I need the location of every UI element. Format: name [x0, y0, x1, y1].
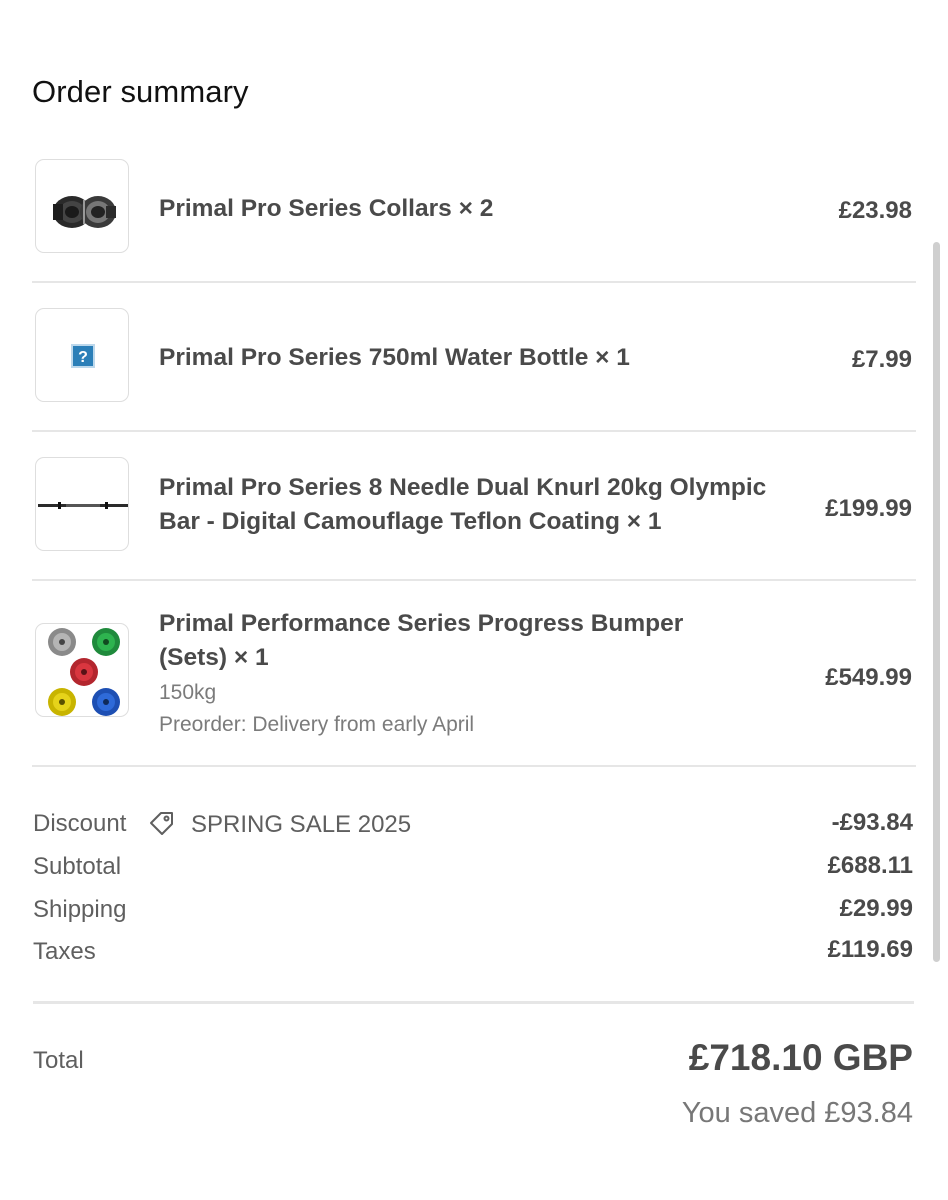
item-price: £199.99: [825, 495, 912, 522]
item-price: £549.99: [825, 664, 912, 691]
divider: [32, 765, 916, 767]
shipping-label: Shipping: [33, 896, 127, 923]
scrollbar[interactable]: [933, 242, 940, 962]
subtotal-value: £688.11: [827, 852, 913, 879]
item-price: £7.99: [851, 346, 912, 373]
line-item: Primal Pro Series 8 Needle Dual Knurl 20…: [32, 457, 916, 557]
taxes-value: £119.69: [827, 936, 913, 963]
tag-icon: [148, 809, 176, 842]
subtotal-label: Subtotal: [33, 853, 122, 880]
item-variant: 150kg: [159, 681, 217, 704]
item-name: Primal Performance Series Progress Bumpe…: [159, 610, 684, 671]
discount-value: -£93.84: [831, 809, 913, 836]
placeholder-question-icon: ?: [35, 308, 129, 402]
savings-text: You saved £93.84: [681, 1097, 913, 1129]
total-label: Total: [33, 1047, 84, 1074]
barbell-image: [35, 457, 129, 551]
total-divider: [33, 1001, 914, 1004]
item-name: Primal Pro Series 8 Needle Dual Knurl 20…: [159, 474, 767, 535]
taxes-label: Taxes: [33, 938, 96, 965]
svg-text:?: ?: [78, 349, 88, 366]
divider: [32, 281, 916, 283]
order-summary-title: Order summary: [32, 74, 249, 109]
item-name: Primal Pro Series 750ml Water Bottle × 1: [159, 344, 630, 371]
preorder-note: Preorder: Delivery from early April: [159, 713, 475, 736]
discount-code: SPRING SALE 2025: [148, 808, 411, 842]
line-item: Primal Pro Series Collars × 2 £23.98: [32, 159, 916, 259]
bumper-plates-image: [35, 623, 129, 717]
line-item: ? Primal Pro Series 750ml Water Bottle ×…: [32, 308, 916, 408]
line-item: Primal Performance Series Progress Bumpe…: [32, 607, 916, 747]
discount-label: Discount: [33, 810, 127, 837]
item-name: Primal Pro Series Collars × 2: [159, 195, 494, 222]
collar-image: [35, 159, 129, 253]
discount-code-text: SPRING SALE 2025: [191, 811, 412, 838]
divider: [32, 579, 916, 581]
divider: [32, 430, 916, 432]
total-value: £718.10 GBP: [688, 1037, 913, 1078]
item-price: £23.98: [838, 197, 912, 224]
shipping-value: £29.99: [839, 895, 913, 922]
